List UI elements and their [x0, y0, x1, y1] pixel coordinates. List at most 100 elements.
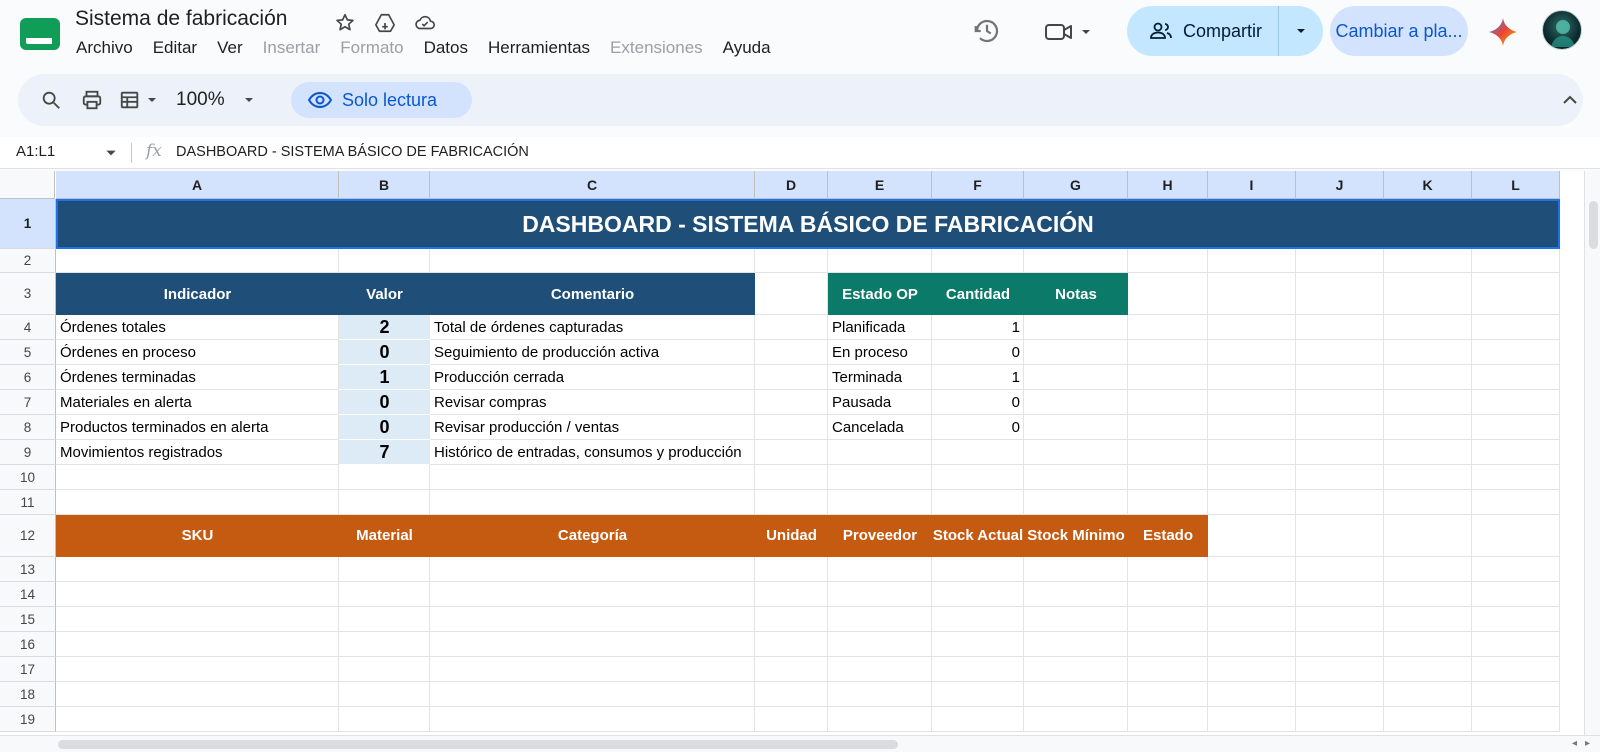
move-to-drive-icon[interactable] [370, 10, 400, 36]
kpi-comment-cell[interactable]: Producción cerrada [430, 365, 755, 390]
column-header-e[interactable]: E [828, 171, 932, 199]
kpi-indicator-cell[interactable]: Movimientos registrados [56, 440, 339, 465]
row-header-2[interactable]: 2 [0, 249, 56, 273]
kpi-comment-cell[interactable]: Total de órdenes capturadas [430, 315, 755, 340]
kpi-indicator-cell[interactable]: Productos terminados en alerta [56, 415, 339, 440]
kpi-value-cell[interactable]: 1 [339, 365, 430, 390]
header-material-col[interactable]: Unidad [755, 515, 828, 557]
column-header-l[interactable]: L [1472, 171, 1560, 199]
column-header-d[interactable]: D [755, 171, 828, 199]
kpi-indicator-cell[interactable]: Órdenes en proceso [56, 340, 339, 365]
row-header-9[interactable]: 9 [0, 440, 56, 465]
column-header-c[interactable]: C [430, 171, 755, 199]
menu-datos[interactable]: Datos [424, 38, 468, 58]
row-header-10[interactable]: 10 [0, 465, 56, 490]
row-header-6[interactable]: 6 [0, 365, 56, 390]
horizontal-scrollbar[interactable]: ◂ ▸ [0, 735, 1600, 752]
status-name-cell[interactable]: En proceso [828, 340, 932, 365]
column-header-a[interactable]: A [56, 171, 339, 199]
header-material-col[interactable]: Stock Mínimo [1024, 515, 1128, 557]
avatar[interactable] [1542, 10, 1582, 50]
menu-archivo[interactable]: Archivo [76, 38, 133, 58]
header-material-col[interactable]: Stock Actual [932, 515, 1024, 557]
column-header-b[interactable]: B [339, 171, 430, 199]
status-quantity-cell[interactable]: 1 [932, 365, 1024, 390]
menu-ayuda[interactable]: Ayuda [723, 38, 771, 58]
kpi-value-cell[interactable]: 2 [339, 315, 430, 340]
scroll-thumb[interactable] [1589, 201, 1598, 249]
header-material-col[interactable]: Material [339, 515, 430, 557]
header-notas[interactable]: Notas [1024, 273, 1128, 315]
document-title[interactable]: Sistema de fabricación [75, 7, 287, 31]
kpi-value-cell[interactable]: 0 [339, 415, 430, 440]
header-cantidad[interactable]: Cantidad [932, 273, 1024, 315]
header-estado-op[interactable]: Estado OP [828, 273, 932, 315]
kpi-comment-cell[interactable]: Revisar producción / ventas [430, 415, 755, 440]
kpi-indicator-cell[interactable]: Órdenes terminadas [56, 365, 339, 390]
share-options-button[interactable] [1279, 6, 1323, 56]
column-header-i[interactable]: I [1208, 171, 1296, 199]
column-header-k[interactable]: K [1384, 171, 1472, 199]
row-header-16[interactable]: 16 [0, 632, 56, 657]
row-header-12[interactable]: 12 [0, 515, 56, 557]
gemini-icon[interactable] [1487, 16, 1519, 48]
status-name-cell[interactable]: Cancelada [828, 415, 932, 440]
kpi-value-cell[interactable]: 7 [339, 440, 430, 465]
status-quantity-cell[interactable]: 0 [932, 390, 1024, 415]
print-icon[interactable] [81, 74, 103, 126]
status-name-cell[interactable]: Planificada [828, 315, 932, 340]
row-header-17[interactable]: 17 [0, 657, 56, 682]
menu-herramientas[interactable]: Herramientas [488, 38, 590, 58]
vertical-scrollbar[interactable] [1584, 171, 1600, 735]
status-name-cell[interactable]: Terminada [828, 365, 932, 390]
sheets-logo-icon[interactable] [18, 16, 62, 52]
kpi-indicator-cell[interactable]: Órdenes totales [56, 315, 339, 340]
read-only-chip[interactable]: Solo lectura [291, 82, 472, 118]
scroll-thumb[interactable] [58, 740, 898, 749]
chevron-up-icon[interactable] [1558, 88, 1582, 112]
row-header-15[interactable]: 15 [0, 607, 56, 632]
kpi-comment-cell[interactable]: Histórico de entradas, consumos y produc… [430, 440, 755, 465]
search-icon[interactable] [40, 74, 62, 126]
row-header-11[interactable]: 11 [0, 490, 56, 515]
kpi-indicator-cell[interactable]: Materiales en alerta [56, 390, 339, 415]
header-valor[interactable]: Valor [339, 273, 430, 315]
kpi-comment-cell[interactable]: Revisar compras [430, 390, 755, 415]
meet-button[interactable] [1044, 18, 1104, 46]
upgrade-plan-button[interactable]: Cambiar a pla... [1330, 6, 1468, 56]
name-box[interactable]: A1:L1 [16, 143, 55, 160]
status-quantity-cell[interactable]: 1 [932, 315, 1024, 340]
row-header-19[interactable]: 19 [0, 707, 56, 732]
kpi-value-cell[interactable]: 0 [339, 390, 430, 415]
column-header-j[interactable]: J [1296, 171, 1384, 199]
chevron-down-icon[interactable] [104, 146, 118, 160]
menu-editar[interactable]: Editar [153, 38, 197, 58]
view-mode-icon[interactable] [118, 74, 158, 126]
star-icon[interactable] [330, 10, 360, 36]
scroll-right-icon[interactable]: ▸ [1585, 738, 1590, 749]
row-header-18[interactable]: 18 [0, 682, 56, 707]
column-header-h[interactable]: H [1128, 171, 1208, 199]
row-header-13[interactable]: 13 [0, 557, 56, 582]
share-button[interactable]: Compartir [1127, 6, 1279, 56]
status-quantity-cell[interactable]: 0 [932, 340, 1024, 365]
row-header-8[interactable]: 8 [0, 415, 56, 440]
row-header-1[interactable]: 1 [0, 199, 56, 249]
dashboard-banner[interactable]: DASHBOARD - SISTEMA BÁSICO DE FABRICACIÓ… [56, 199, 1560, 249]
header-comentario[interactable]: Comentario [430, 273, 755, 315]
row-header-5[interactable]: 5 [0, 340, 56, 365]
row-header-4[interactable]: 4 [0, 315, 56, 340]
status-name-cell[interactable]: Pausada [828, 390, 932, 415]
zoom-select[interactable]: 100% [176, 74, 255, 126]
select-all-corner[interactable] [0, 171, 55, 199]
status-quantity-cell[interactable]: 0 [932, 415, 1024, 440]
header-material-col[interactable]: SKU [56, 515, 339, 557]
row-header-14[interactable]: 14 [0, 582, 56, 607]
formula-input[interactable]: DASHBOARD - SISTEMA BÁSICO DE FABRICACIÓ… [176, 144, 529, 160]
menu-ver[interactable]: Ver [217, 38, 243, 58]
header-material-col[interactable]: Estado [1128, 515, 1208, 557]
version-history-icon[interactable] [972, 16, 1002, 46]
row-header-7[interactable]: 7 [0, 390, 56, 415]
spreadsheet-grid[interactable]: A B C D E F G H I J K L 1 2 3 4 5 6 7 8 9 10 11 12 13 14 15 16 17 18 1… [0, 171, 1600, 735]
kpi-comment-cell[interactable]: Seguimiento de producción activa [430, 340, 755, 365]
